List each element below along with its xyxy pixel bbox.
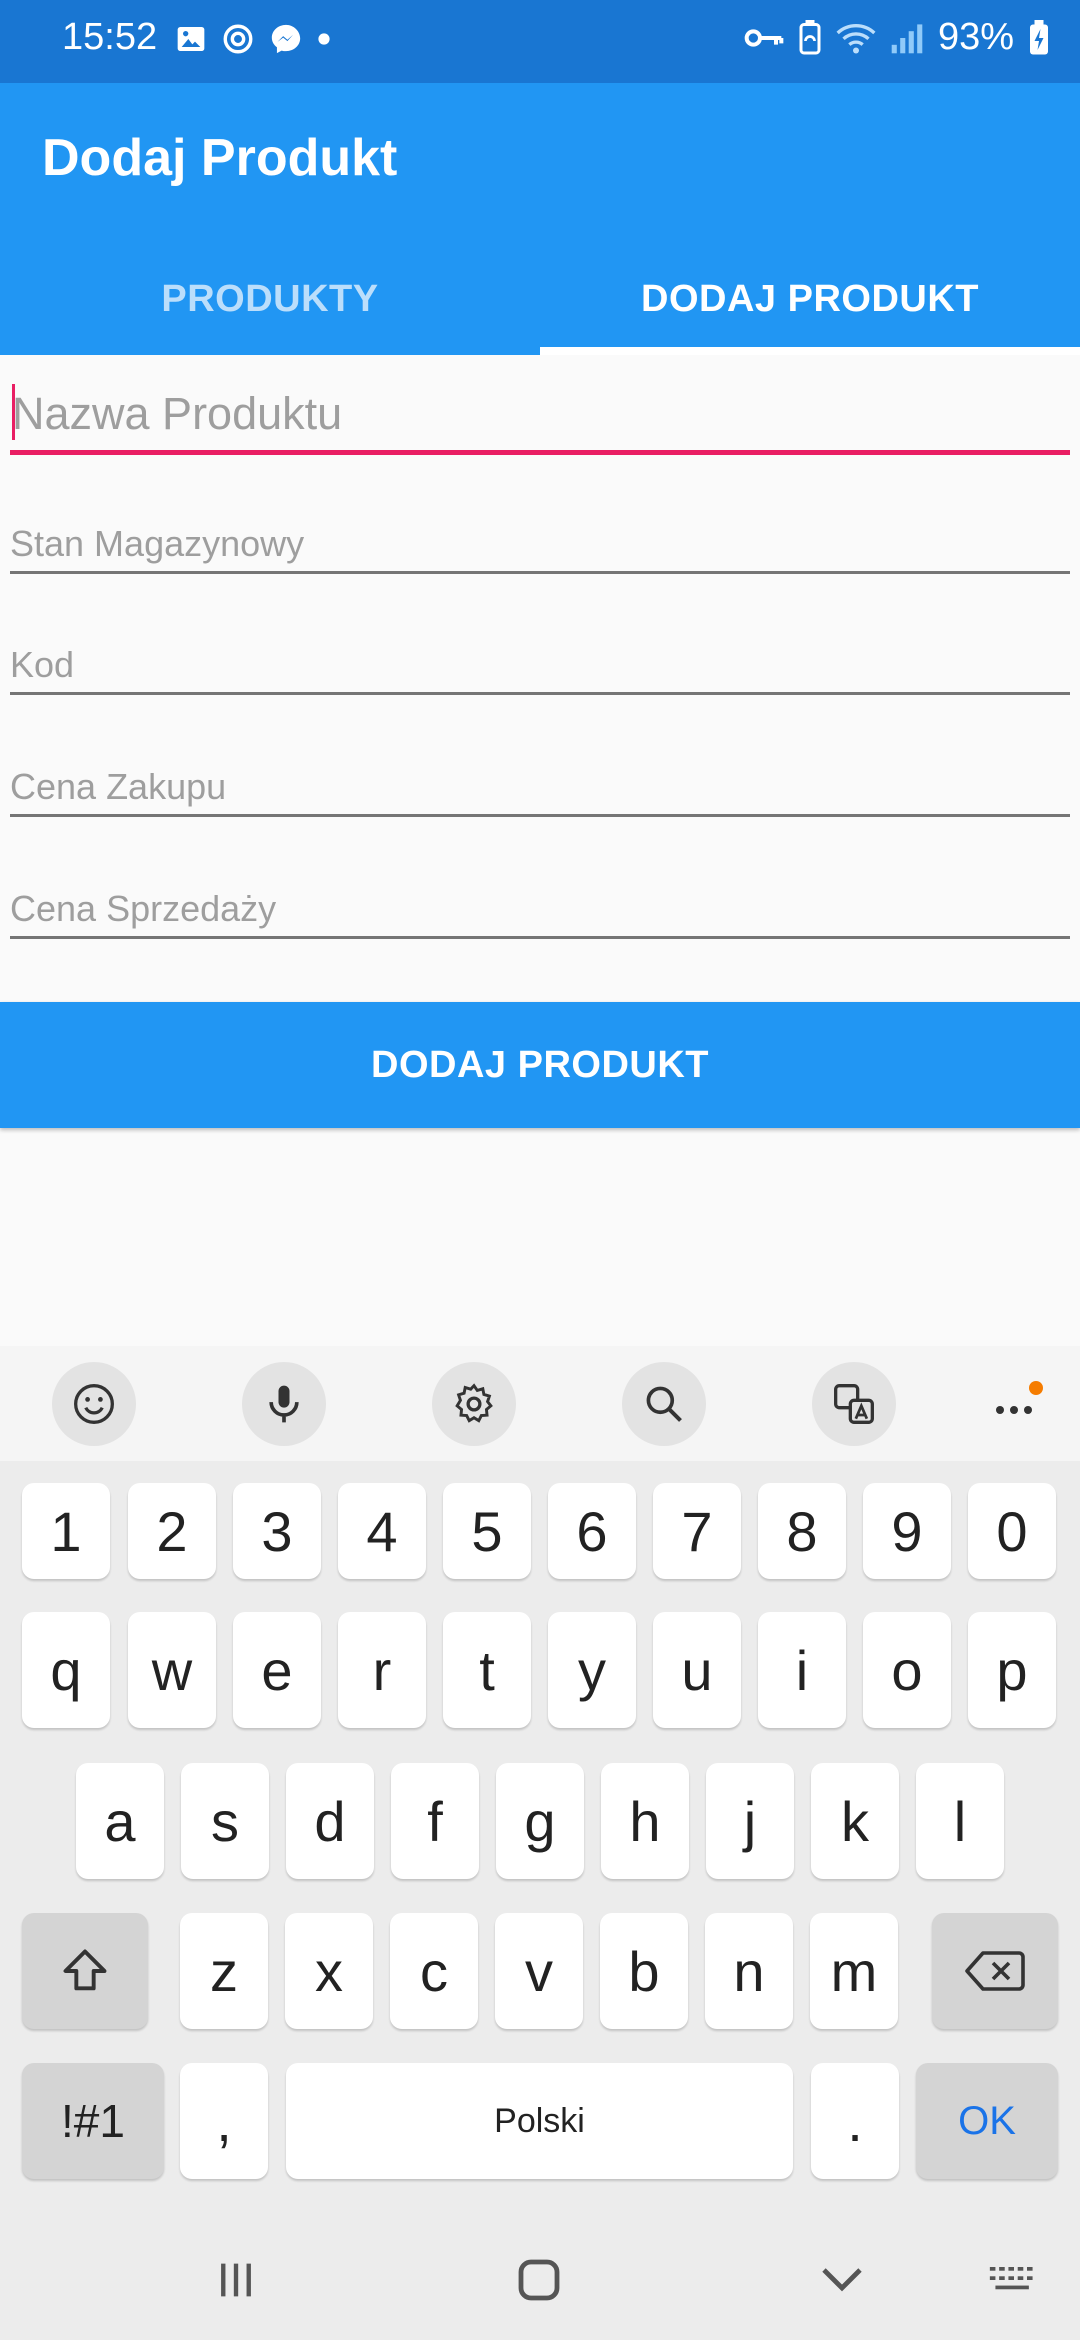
- key-j[interactable]: j: [706, 1763, 794, 1879]
- sale-price-field[interactable]: Cena Sprzedaży: [10, 880, 1070, 939]
- period-key[interactable]: .: [811, 2063, 899, 2179]
- key-b[interactable]: b: [600, 1913, 688, 2029]
- recent-apps-icon[interactable]: [206, 2255, 266, 2305]
- add-product-button[interactable]: DODAJ PRODUKT: [0, 1002, 1080, 1128]
- key-5[interactable]: 5: [443, 1483, 531, 1579]
- key-0[interactable]: 0: [968, 1483, 1056, 1579]
- key-t[interactable]: t: [443, 1612, 531, 1728]
- status-bar: 15:52 93%: [0, 0, 1080, 83]
- key-a[interactable]: a: [76, 1763, 164, 1879]
- key-4[interactable]: 4: [338, 1483, 426, 1579]
- key-r[interactable]: r: [338, 1612, 426, 1728]
- tab-produkty[interactable]: PRODUKTY: [0, 243, 540, 355]
- gallery-icon: [175, 23, 207, 55]
- key-s[interactable]: s: [181, 1763, 269, 1879]
- key-6[interactable]: 6: [548, 1483, 636, 1579]
- settings-icon[interactable]: [432, 1362, 516, 1446]
- key-k[interactable]: k: [811, 1763, 899, 1879]
- key-y[interactable]: y: [548, 1612, 636, 1728]
- symbols-key[interactable]: !#1: [22, 2063, 164, 2179]
- keyboard-switch-icon[interactable]: [979, 2255, 1049, 2305]
- vpn-key-icon: [744, 23, 784, 53]
- more-icon[interactable]: [986, 1376, 1046, 1436]
- product-name-placeholder: Nazwa Produktu: [12, 388, 343, 439]
- purchase-price-placeholder: Cena Zakupu: [10, 766, 227, 807]
- key-g[interactable]: g: [496, 1763, 584, 1879]
- key-u[interactable]: u: [653, 1612, 741, 1728]
- key-8[interactable]: 8: [758, 1483, 846, 1579]
- wifi-icon: [836, 21, 876, 55]
- stock-field[interactable]: Stan Magazynowy: [10, 515, 1070, 574]
- battery-saver-icon: [798, 19, 822, 56]
- notification-icons: [175, 22, 331, 56]
- keyboard-toolbar: [0, 1346, 1080, 1461]
- key-e[interactable]: e: [233, 1612, 321, 1728]
- tab-bar: PRODUKTY DODAJ PRODUKT: [0, 243, 1080, 355]
- key-o[interactable]: o: [863, 1612, 951, 1728]
- key-d[interactable]: d: [286, 1763, 374, 1879]
- key-9[interactable]: 9: [863, 1483, 951, 1579]
- key-q[interactable]: q: [22, 1612, 110, 1728]
- tab-dodaj-produkt[interactable]: DODAJ PRODUKT: [540, 243, 1080, 355]
- shift-icon: [63, 1949, 107, 1991]
- key-h[interactable]: h: [601, 1763, 689, 1879]
- translate-icon[interactable]: [812, 1362, 896, 1446]
- backspace-icon: [965, 1951, 1025, 1991]
- sale-price-placeholder: Cena Sprzedaży: [10, 888, 277, 929]
- key-3[interactable]: 3: [233, 1483, 321, 1579]
- code-field[interactable]: Kod: [10, 636, 1070, 695]
- key-m[interactable]: m: [810, 1913, 898, 2029]
- key-f[interactable]: f: [391, 1763, 479, 1879]
- purchase-price-field[interactable]: Cena Zakupu: [10, 758, 1070, 817]
- key-c[interactable]: c: [390, 1913, 478, 2029]
- dot-icon: [317, 32, 331, 46]
- key-v[interactable]: v: [495, 1913, 583, 2029]
- product-name-field[interactable]: Nazwa Produktu: [10, 380, 1070, 455]
- home-icon[interactable]: [509, 2255, 569, 2305]
- key-w[interactable]: w: [128, 1612, 216, 1728]
- shift-key[interactable]: [22, 1913, 148, 2029]
- key-1[interactable]: 1: [22, 1483, 110, 1579]
- key-p[interactable]: p: [968, 1612, 1056, 1728]
- key-n[interactable]: n: [705, 1913, 793, 2029]
- app-bar: Dodaj Produkt PRODUKTY DODAJ PRODUKT: [0, 83, 1080, 355]
- signal-icon: [890, 21, 924, 55]
- stock-placeholder: Stan Magazynowy: [10, 523, 305, 564]
- keyboard: 1 2 3 4 5 6 7 8 9 0 q w e r t y u i o p …: [0, 1346, 1080, 2340]
- key-2[interactable]: 2: [128, 1483, 216, 1579]
- back-chevron-icon[interactable]: [812, 2255, 872, 2305]
- navigation-bar: [0, 2215, 1080, 2340]
- battery-percent: 93%: [937, 16, 1014, 58]
- key-i[interactable]: i: [758, 1612, 846, 1728]
- page-title: Dodaj Produkt: [42, 129, 398, 187]
- space-key[interactable]: Polski: [286, 2063, 793, 2179]
- key-x[interactable]: x: [285, 1913, 373, 2029]
- emoji-icon[interactable]: [52, 1362, 136, 1446]
- search-icon[interactable]: [622, 1362, 706, 1446]
- key-7[interactable]: 7: [653, 1483, 741, 1579]
- battery-charging-icon: [1028, 19, 1050, 56]
- messenger-icon: [269, 22, 303, 56]
- status-right: 93%: [744, 16, 1050, 59]
- key-z[interactable]: z: [180, 1913, 268, 2029]
- ok-key[interactable]: OK: [916, 2063, 1058, 2179]
- tab-indicator: [540, 347, 1080, 355]
- microphone-icon[interactable]: [242, 1362, 326, 1446]
- sync-icon: [221, 22, 255, 56]
- key-l[interactable]: l: [916, 1763, 1004, 1879]
- backspace-key[interactable]: [932, 1913, 1058, 2029]
- status-time: 15:52: [62, 16, 158, 58]
- comma-key[interactable]: ,: [180, 2063, 268, 2179]
- code-placeholder: Kod: [10, 644, 75, 685]
